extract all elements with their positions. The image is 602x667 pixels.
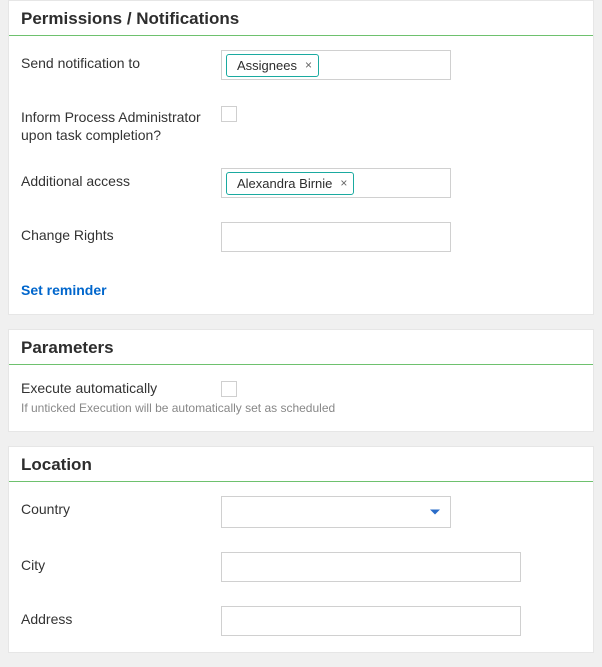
change-rights-label: Change Rights	[21, 222, 221, 244]
city-row: City	[21, 552, 581, 582]
chevron-down-icon	[430, 510, 440, 515]
set-reminder-link[interactable]: Set reminder	[21, 282, 107, 298]
location-body: Country City Address	[9, 482, 593, 652]
inform-admin-row: Inform Process Administrator upon task c…	[21, 104, 581, 144]
change-rights-input[interactable]	[221, 222, 451, 252]
tag-label: Alexandra Birnie	[237, 176, 332, 191]
remove-tag-icon[interactable]: ×	[340, 177, 347, 189]
permissions-header: Permissions / Notifications	[9, 1, 593, 36]
remove-tag-icon[interactable]: ×	[305, 59, 312, 71]
send-notification-row: Send notification to Assignees ×	[21, 50, 581, 80]
send-notification-label: Send notification to	[21, 50, 221, 72]
tag-label: Assignees	[237, 58, 297, 73]
address-input[interactable]	[221, 606, 521, 636]
execute-auto-label: Execute automatically	[21, 379, 221, 397]
send-notification-input[interactable]: Assignees ×	[221, 50, 451, 80]
city-label: City	[21, 552, 221, 574]
country-label: Country	[21, 496, 221, 518]
location-header: Location	[9, 447, 593, 482]
country-row: Country	[21, 496, 581, 528]
execute-auto-row: Execute automatically If unticked Execut…	[21, 379, 581, 415]
parameters-header: Parameters	[9, 330, 593, 365]
parameters-body: Execute automatically If unticked Execut…	[9, 365, 593, 431]
execute-auto-checkbox[interactable]	[221, 381, 237, 397]
set-reminder-row: Set reminder	[21, 276, 581, 298]
execute-auto-hint: If unticked Execution will be automatica…	[21, 401, 581, 415]
country-select[interactable]	[221, 496, 451, 528]
address-row: Address	[21, 606, 581, 636]
address-label: Address	[21, 606, 221, 628]
permissions-body: Send notification to Assignees × Inform …	[9, 36, 593, 314]
additional-access-input[interactable]: Alexandra Birnie ×	[221, 168, 451, 198]
inform-admin-checkbox[interactable]	[221, 106, 237, 122]
city-input[interactable]	[221, 552, 521, 582]
send-notification-tag[interactable]: Assignees ×	[226, 54, 319, 77]
inform-admin-label: Inform Process Administrator upon task c…	[21, 104, 221, 144]
additional-access-tag[interactable]: Alexandra Birnie ×	[226, 172, 354, 195]
additional-access-label: Additional access	[21, 168, 221, 190]
change-rights-row: Change Rights	[21, 222, 581, 252]
location-panel: Location Country City Address	[8, 446, 594, 653]
additional-access-row: Additional access Alexandra Birnie ×	[21, 168, 581, 198]
permissions-panel: Permissions / Notifications Send notific…	[8, 0, 594, 315]
parameters-panel: Parameters Execute automatically If unti…	[8, 329, 594, 432]
